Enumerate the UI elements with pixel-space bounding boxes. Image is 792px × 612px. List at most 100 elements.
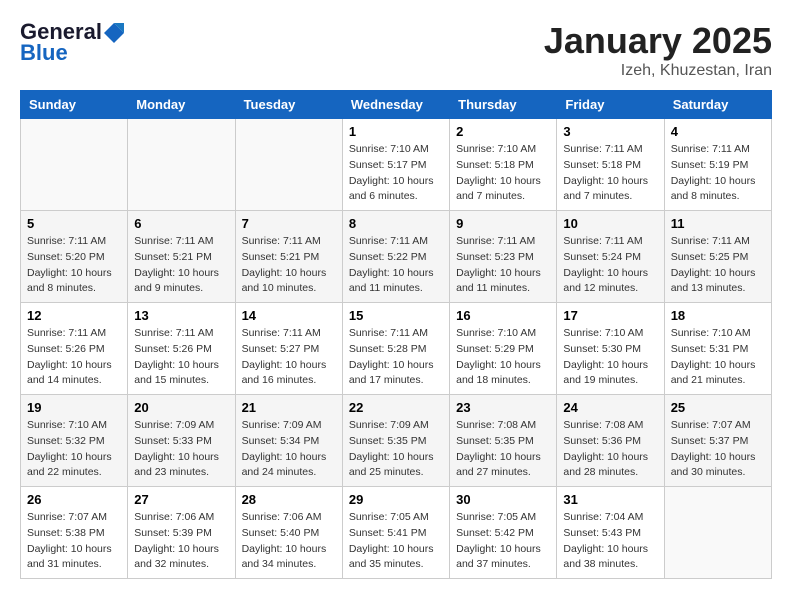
day-info: Sunrise: 7:06 AM Sunset: 5:40 PM Dayligh… [242,510,336,573]
calendar-cell: 19 Sunrise: 7:10 AM Sunset: 5:32 PM Dayli… [21,395,128,487]
week-row-2: 5 Sunrise: 7:11 AM Sunset: 5:20 PM Daylig… [21,211,772,303]
day-info: Sunrise: 7:11 AM Sunset: 5:18 PM Dayligh… [563,142,657,205]
calendar-cell: 5 Sunrise: 7:11 AM Sunset: 5:20 PM Daylig… [21,211,128,303]
day-number: 24 [563,400,657,415]
day-number: 16 [456,308,550,323]
calendar-cell: 1 Sunrise: 7:10 AM Sunset: 5:17 PM Daylig… [342,119,449,211]
calendar-cell: 16 Sunrise: 7:10 AM Sunset: 5:29 PM Dayli… [450,303,557,395]
day-info: Sunrise: 7:11 AM Sunset: 5:24 PM Dayligh… [563,234,657,297]
week-row-1: 1 Sunrise: 7:10 AM Sunset: 5:17 PM Daylig… [21,119,772,211]
day-info: Sunrise: 7:07 AM Sunset: 5:37 PM Dayligh… [671,418,765,481]
day-info: Sunrise: 7:11 AM Sunset: 5:26 PM Dayligh… [27,326,121,389]
logo-blue: Blue [20,40,68,66]
weekday-header-row: SundayMondayTuesdayWednesdayThursdayFrid… [21,91,772,119]
calendar-cell: 21Sunrise: 7:09 AM Sunset: 5:34 PM Dayli… [235,395,342,487]
week-row-4: 19 Sunrise: 7:10 AM Sunset: 5:32 PM Dayli… [21,395,772,487]
weekday-header-wednesday: Wednesday [342,91,449,119]
weekday-header-sunday: Sunday [21,91,128,119]
day-number: 7 [242,216,336,231]
weekday-header-saturday: Saturday [664,91,771,119]
calendar-cell: 11 Sunrise: 7:11 AM Sunset: 5:25 PM Dayli… [664,211,771,303]
calendar-cell: 29 Sunrise: 7:05 AM Sunset: 5:41 PM Dayli… [342,487,449,579]
day-info: Sunrise: 7:11 AM Sunset: 5:22 PM Dayligh… [349,234,443,297]
day-number: 27 [134,492,228,507]
day-info: Sunrise: 7:11 AM Sunset: 5:21 PM Dayligh… [242,234,336,297]
day-info: Sunrise: 7:11 AM Sunset: 5:21 PM Dayligh… [134,234,228,297]
calendar-cell: 20Sunrise: 7:09 AM Sunset: 5:33 PM Dayli… [128,395,235,487]
day-number: 10 [563,216,657,231]
day-number: 22 [349,400,443,415]
day-info: Sunrise: 7:08 AM Sunset: 5:36 PM Dayligh… [563,418,657,481]
page-header: General Blue January 2025 Izeh, Khuzesta… [20,20,772,80]
day-number: 29 [349,492,443,507]
day-info: Sunrise: 7:11 AM Sunset: 5:28 PM Dayligh… [349,326,443,389]
day-info: Sunrise: 7:10 AM Sunset: 5:32 PM Dayligh… [27,418,121,481]
calendar-subtitle: Izeh, Khuzestan, Iran [544,62,772,80]
calendar-cell: 28 Sunrise: 7:06 AM Sunset: 5:40 PM Dayli… [235,487,342,579]
day-number: 3 [563,124,657,139]
calendar-cell: 12 Sunrise: 7:11 AM Sunset: 5:26 PM Dayli… [21,303,128,395]
calendar-cell [21,119,128,211]
day-info: Sunrise: 7:11 AM Sunset: 5:20 PM Dayligh… [27,234,121,297]
day-info: Sunrise: 7:10 AM Sunset: 5:29 PM Dayligh… [456,326,550,389]
calendar-cell [664,487,771,579]
week-row-3: 12 Sunrise: 7:11 AM Sunset: 5:26 PM Dayli… [21,303,772,395]
day-number: 31 [563,492,657,507]
day-info: Sunrise: 7:11 AM Sunset: 5:26 PM Dayligh… [134,326,228,389]
weekday-header-tuesday: Tuesday [235,91,342,119]
calendar-cell: 13 Sunrise: 7:11 AM Sunset: 5:26 PM Dayli… [128,303,235,395]
day-number: 4 [671,124,765,139]
day-info: Sunrise: 7:11 AM Sunset: 5:23 PM Dayligh… [456,234,550,297]
day-number: 15 [349,308,443,323]
day-info: Sunrise: 7:09 AM Sunset: 5:34 PM Dayligh… [242,418,336,481]
day-info: Sunrise: 7:06 AM Sunset: 5:39 PM Dayligh… [134,510,228,573]
day-info: Sunrise: 7:04 AM Sunset: 5:43 PM Dayligh… [563,510,657,573]
calendar-title: January 2025 [544,20,772,62]
day-info: Sunrise: 7:10 AM Sunset: 5:31 PM Dayligh… [671,326,765,389]
day-number: 8 [349,216,443,231]
day-info: Sunrise: 7:11 AM Sunset: 5:25 PM Dayligh… [671,234,765,297]
day-number: 9 [456,216,550,231]
calendar-cell: 25Sunrise: 7:07 AM Sunset: 5:37 PM Dayli… [664,395,771,487]
day-info: Sunrise: 7:10 AM Sunset: 5:18 PM Dayligh… [456,142,550,205]
calendar-cell: 18 Sunrise: 7:10 AM Sunset: 5:31 PM Dayli… [664,303,771,395]
day-info: Sunrise: 7:10 AM Sunset: 5:17 PM Dayligh… [349,142,443,205]
day-number: 23 [456,400,550,415]
calendar-cell: 9 Sunrise: 7:11 AM Sunset: 5:23 PM Daylig… [450,211,557,303]
day-info: Sunrise: 7:05 AM Sunset: 5:41 PM Dayligh… [349,510,443,573]
day-number: 20 [134,400,228,415]
calendar-cell: 4 Sunrise: 7:11 AM Sunset: 5:19 PM Daylig… [664,119,771,211]
day-number: 18 [671,308,765,323]
calendar-cell: 24 Sunrise: 7:08 AM Sunset: 5:36 PM Dayli… [557,395,664,487]
day-number: 14 [242,308,336,323]
day-number: 12 [27,308,121,323]
calendar-cell: 8 Sunrise: 7:11 AM Sunset: 5:22 PM Daylig… [342,211,449,303]
day-info: Sunrise: 7:11 AM Sunset: 5:19 PM Dayligh… [671,142,765,205]
day-number: 26 [27,492,121,507]
weekday-header-monday: Monday [128,91,235,119]
day-number: 1 [349,124,443,139]
calendar-cell: 23Sunrise: 7:08 AM Sunset: 5:35 PM Dayli… [450,395,557,487]
day-info: Sunrise: 7:09 AM Sunset: 5:35 PM Dayligh… [349,418,443,481]
day-number: 28 [242,492,336,507]
day-number: 5 [27,216,121,231]
calendar-cell: 2Sunrise: 7:10 AM Sunset: 5:18 PM Daylig… [450,119,557,211]
calendar-cell: 10 Sunrise: 7:11 AM Sunset: 5:24 PM Dayli… [557,211,664,303]
calendar-cell: 30Sunrise: 7:05 AM Sunset: 5:42 PM Dayli… [450,487,557,579]
logo-icon [104,23,124,43]
calendar-cell: 27 Sunrise: 7:06 AM Sunset: 5:39 PM Dayli… [128,487,235,579]
calendar-cell: 31 Sunrise: 7:04 AM Sunset: 5:43 PM Dayli… [557,487,664,579]
week-row-5: 26 Sunrise: 7:07 AM Sunset: 5:38 PM Dayli… [21,487,772,579]
day-number: 17 [563,308,657,323]
calendar-cell: 15 Sunrise: 7:11 AM Sunset: 5:28 PM Dayli… [342,303,449,395]
day-number: 13 [134,308,228,323]
calendar-cell: 14 Sunrise: 7:11 AM Sunset: 5:27 PM Dayli… [235,303,342,395]
calendar-table: SundayMondayTuesdayWednesdayThursdayFrid… [20,90,772,579]
title-area: January 2025 Izeh, Khuzestan, Iran [544,20,772,80]
day-number: 19 [27,400,121,415]
day-number: 11 [671,216,765,231]
calendar-cell: 22 Sunrise: 7:09 AM Sunset: 5:35 PM Dayli… [342,395,449,487]
calendar-cell: 3 Sunrise: 7:11 AM Sunset: 5:18 PM Daylig… [557,119,664,211]
day-info: Sunrise: 7:11 AM Sunset: 5:27 PM Dayligh… [242,326,336,389]
day-info: Sunrise: 7:07 AM Sunset: 5:38 PM Dayligh… [27,510,121,573]
